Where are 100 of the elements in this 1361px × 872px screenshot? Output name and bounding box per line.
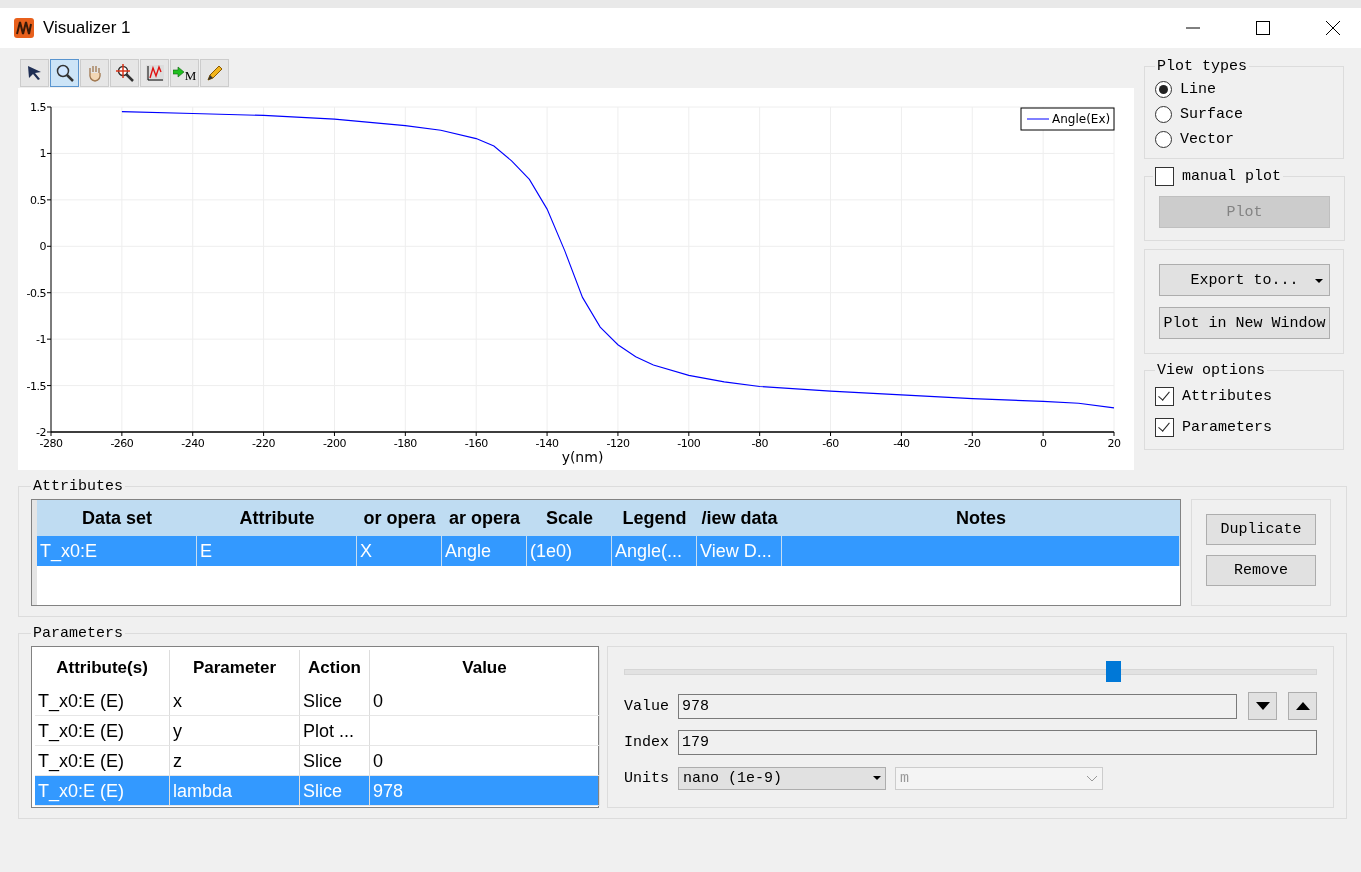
caret-icon [873, 776, 881, 780]
y-tick-label: 0 [39, 240, 46, 254]
radio-option[interactable]: Surface [1155, 102, 1333, 127]
plot-in-new-window-button[interactable]: Plot in New Window [1159, 307, 1330, 339]
x-tick-label: -120 [606, 437, 630, 450]
legend-label: Angle(Ex) [1052, 112, 1111, 126]
y-tick-label: 0.5 [30, 193, 46, 207]
arrow-icon [172, 66, 185, 80]
up-triangle-icon [1295, 702, 1310, 710]
option-label: Surface [1180, 106, 1243, 123]
radio-option[interactable]: Line [1155, 77, 1333, 102]
maximize-icon[interactable] [1255, 20, 1271, 36]
x-tick-label: -40 [893, 437, 910, 450]
table-cell: (1e0) [527, 536, 612, 566]
radio-option[interactable]: Vector [1155, 127, 1333, 152]
logo-icon [14, 18, 34, 38]
index-field[interactable]: 179 [678, 729, 1317, 755]
x-tick-label: -180 [393, 437, 417, 450]
duplicate-button[interactable]: Duplicate [1206, 514, 1316, 545]
x-tick-label: -200 [323, 437, 346, 450]
table-cell: Plot ... [300, 716, 370, 746]
column-header[interactable]: Scale [527, 500, 612, 536]
table-cell: 0 [370, 686, 600, 716]
y-tick-label: -1.5 [26, 379, 46, 393]
y-tick-label: 1.5 [30, 101, 46, 114]
table-cell: Angle [442, 536, 527, 566]
checkbox-label: Attributes [1182, 388, 1272, 405]
remove-button[interactable]: Remove [1206, 555, 1316, 586]
pencil-icon [204, 63, 225, 83]
column-header[interactable]: ar opera [442, 500, 527, 536]
x-tick-label: -160 [464, 437, 488, 450]
table-cell: T_x0:E (E) [35, 686, 170, 716]
x-tick-label: 20 [1107, 437, 1121, 450]
slider[interactable] [624, 661, 1317, 682]
table-cell: x [170, 686, 300, 716]
increment-button[interactable] [1288, 692, 1317, 720]
zoom-extent-tool[interactable] [110, 59, 139, 87]
caret-icon [1315, 279, 1323, 283]
column-header[interactable]: Notes [782, 500, 1180, 536]
close-icon[interactable] [1325, 20, 1341, 36]
x-tick-label: -80 [751, 437, 768, 450]
x-tick-label: -240 [181, 437, 205, 450]
marker-tool[interactable]: M [170, 59, 199, 87]
x-tick-label: -260 [110, 437, 134, 450]
column-header[interactable]: or opera [357, 500, 442, 536]
table-cell: 978 [370, 776, 600, 806]
magnifier-crosshair-icon [114, 63, 135, 83]
table-cell: y [170, 716, 300, 746]
checkbox-option[interactable]: Parameters [1155, 412, 1333, 443]
checkbox[interactable] [1155, 387, 1174, 406]
checkbox[interactable] [1155, 167, 1174, 186]
y-tick-label: 1 [39, 147, 46, 161]
table-cell: lambda [170, 776, 300, 806]
y-tick-label: -2 [36, 426, 46, 439]
line-chart-icon [144, 63, 165, 83]
pointer-tool[interactable] [20, 59, 49, 87]
zoom-tool[interactable] [50, 59, 79, 87]
radio-button[interactable] [1155, 106, 1172, 123]
table-cell: E [197, 536, 357, 566]
column-header[interactable]: Data set [37, 500, 197, 536]
chart-tool[interactable] [140, 59, 169, 87]
column-header[interactable]: Value [370, 650, 600, 686]
x-tick-label: -220 [252, 437, 276, 450]
checkbox-label: Parameters [1182, 419, 1272, 436]
decrement-button[interactable] [1248, 692, 1277, 720]
checkbox-label: manual plot [1182, 168, 1282, 185]
table-cell: View D... [697, 536, 782, 566]
column-header[interactable]: Attribute(s) [35, 650, 170, 686]
table-row[interactable]: T_x0:E (E) x Slice 0 [35, 686, 598, 716]
y-tick-label: -1 [36, 333, 46, 347]
y-tick-label: -0.5 [26, 286, 46, 300]
checkbox-option[interactable]: Attributes [1155, 381, 1333, 412]
radio-button[interactable] [1155, 131, 1172, 148]
magnifier-icon [54, 63, 75, 83]
export-dropdown[interactable]: Export to... [1159, 264, 1330, 296]
tool-letter: M [184, 68, 197, 84]
slider-thumb[interactable] [1106, 661, 1122, 682]
x-tick-label: 0 [1039, 437, 1047, 450]
value-field[interactable]: 978 [678, 693, 1237, 719]
section-title: Parameters [32, 625, 124, 642]
column-header[interactable]: Parameter [170, 650, 300, 686]
column-header[interactable]: /iew data [697, 500, 782, 536]
group-title: Plot types [1156, 58, 1248, 75]
column-header[interactable]: Legend [612, 500, 697, 536]
column-header[interactable]: Action [300, 650, 370, 686]
pencil-tool[interactable] [200, 59, 229, 87]
units-dropdown[interactable]: nano (1e-9) [678, 766, 886, 790]
option-label: Vector [1180, 131, 1234, 148]
x-axis-label: y(nm) [561, 449, 604, 465]
table-cell: X [357, 536, 442, 566]
table-row[interactable]: T_x0:E (E) y Plot ... [35, 716, 598, 746]
down-triangle-icon [1255, 702, 1270, 710]
table-cell: T_x0:E (E) [35, 716, 170, 746]
field-label: Index [624, 733, 670, 751]
column-header[interactable]: Attribute [197, 500, 357, 536]
table-cell: Angle(... [612, 536, 697, 566]
group-title: View options [1156, 362, 1267, 379]
radio-button[interactable] [1155, 81, 1172, 98]
table-cell: Slice [300, 686, 370, 716]
checkbox[interactable] [1155, 418, 1174, 437]
